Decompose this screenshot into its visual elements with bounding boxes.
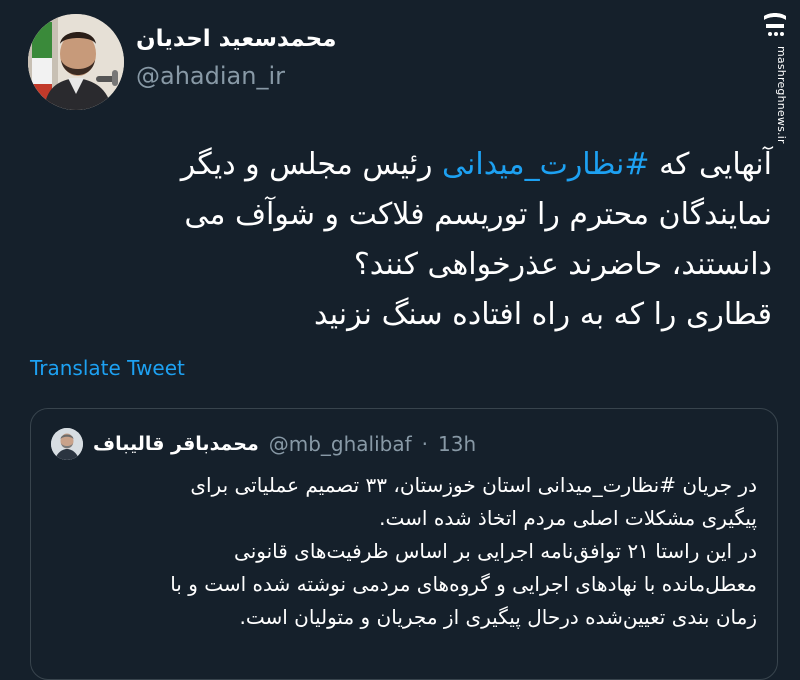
author-name[interactable]: محمدسعید احدیان (136, 26, 336, 52)
quoted-hashtag[interactable]: #نظارت_میدانی (538, 473, 676, 497)
quoted-tweet[interactable]: محمدباقر قالیباف @mb_ghalibaf · 13h در ج… (30, 408, 778, 680)
watermark-url: mashreghnews.ir (775, 46, 788, 144)
translate-tweet-link[interactable]: Translate Tweet (30, 356, 185, 380)
quoted-tweet-time[interactable]: 13h (438, 432, 476, 456)
quoted-author-handle[interactable]: @mb_ghalibaf (269, 432, 412, 456)
quoted-author-avatar[interactable] (51, 428, 83, 460)
quoted-author-name[interactable]: محمدباقر قالیباف (93, 433, 259, 455)
author-avatar[interactable] (28, 14, 124, 110)
hashtag-link[interactable]: #نظارت_میدانی (442, 147, 650, 182)
mashregh-logo-icon (764, 13, 786, 36)
quoted-tweet-text: در جریان #نظارت_میدانی استان خوزستان، ۳۳… (49, 469, 757, 634)
quoted-tweet-header: محمدباقر قالیباف @mb_ghalibaf · 13h (51, 427, 476, 461)
tweet-text-segment: آنهایی که (649, 147, 772, 182)
quoted-line: پیگیری مشکلات اصلی مردم اتخاذ شده است. (379, 506, 757, 530)
tweet-text-segment: رئیس مجلس و دیگر (180, 147, 443, 182)
author-handle[interactable]: @ahadian_ir (136, 62, 285, 90)
watermark: mashreghnews.ir (758, 8, 794, 144)
quoted-text-segment: در جریان (675, 473, 757, 497)
tweet-line: قطاری را که به راه افتاده سنگ نزنید (313, 297, 772, 332)
tweet-line: دانستند، حاضرند عذرخواهی کنند؟ (353, 247, 772, 282)
tweet-line: نمایندگان محترم را توریسم فلاکت و شوآف م… (184, 197, 772, 232)
tweet-text: آنهایی که #نظارت_میدانی رئیس مجلس و دیگر… (60, 140, 772, 340)
tweet-line: آنهایی که #نظارت_میدانی رئیس مجلس و دیگر (60, 140, 772, 190)
quoted-author-photo (51, 428, 83, 460)
quoted-line: زمان بندی تعیین‌شده درحال پیگیری از مجری… (239, 605, 757, 629)
quoted-line: در جریان #نظارت_میدانی استان خوزستان، ۳۳… (49, 469, 757, 502)
author-photo (28, 14, 124, 110)
quoted-line: معطل‌مانده با نهادهای اجرایی و گروه‌های … (170, 572, 757, 596)
separator-dot: · (421, 432, 429, 456)
quoted-text-segment: استان خوزستان، ۳۳ تصمیم عملیاتی برای (190, 473, 538, 497)
quoted-line: در این راستا ۲۱ توافق‌نامه اجرایی بر اسا… (234, 539, 757, 563)
